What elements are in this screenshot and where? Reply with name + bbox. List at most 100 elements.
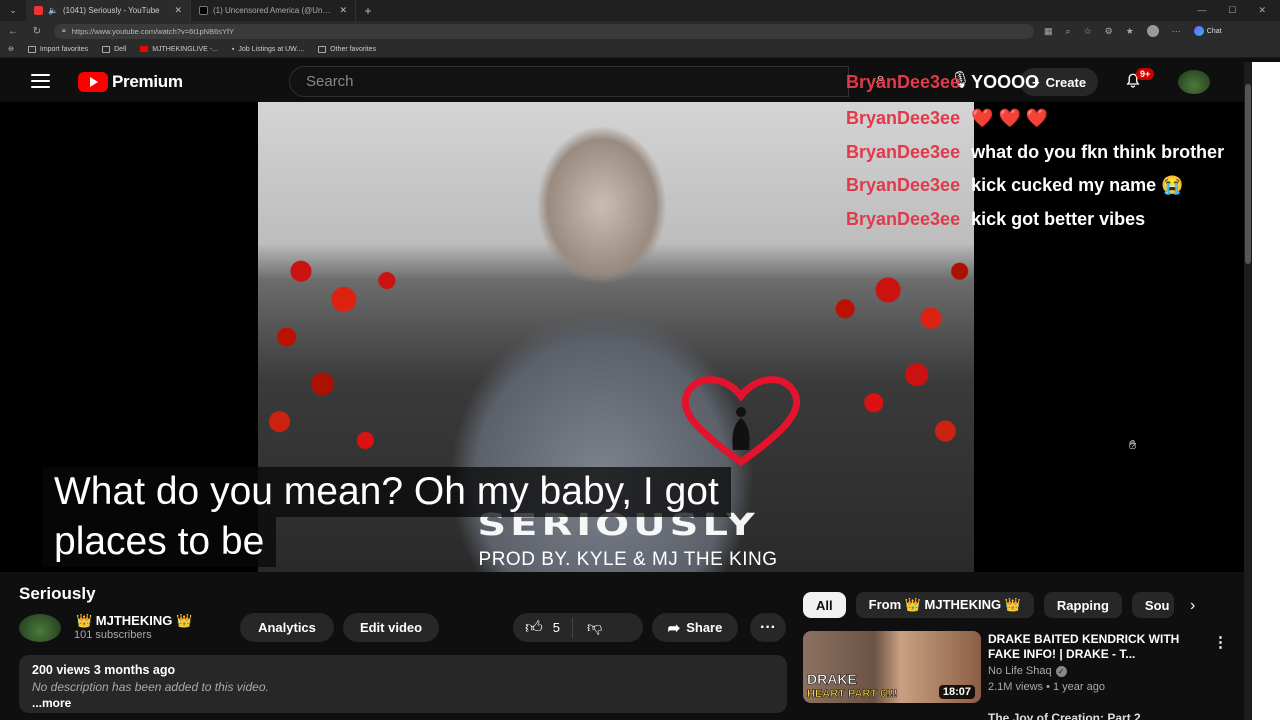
description-text: No description has been added to this vi… bbox=[32, 680, 269, 694]
recommended-title[interactable]: The Joy of Creation: Part 2 bbox=[988, 711, 1141, 720]
close-tab-icon[interactable]: ✕ bbox=[174, 5, 182, 16]
chat-username: BryanDee3ee bbox=[846, 108, 961, 129]
browser-tab-youtube[interactable]: 🔈 (1041) Seriously - YouTube ✕ bbox=[26, 0, 191, 21]
chat-overlay: BryanDee3ee YOOOO BryanDee3ee ❤️ ❤️ ❤️ B… bbox=[846, 72, 1266, 237]
folder-icon bbox=[318, 45, 327, 53]
chat-text: kick got better vibes bbox=[971, 208, 1146, 229]
channel-label: No Life Shaq bbox=[988, 665, 1052, 677]
thumbs-up-icon: 👍︎ bbox=[525, 618, 543, 637]
bookmark-other-favorites[interactable]: Other favorites bbox=[318, 45, 377, 53]
like-button[interactable]: 👍︎ 5 bbox=[513, 617, 573, 638]
chat-text: what do you fkn think brother bbox=[971, 141, 1225, 162]
filter-chips: All From 👑 MJTHEKING 👑 Rapping Sou bbox=[803, 592, 1174, 618]
video-title: Seriously bbox=[19, 584, 96, 603]
copilot-chat-button[interactable]: Chat bbox=[1193, 26, 1222, 36]
url-field[interactable]: 🔒︎ https://www.youtube.com/watch?v=6t1pN… bbox=[54, 23, 1034, 39]
bookmark-label: Dell bbox=[114, 45, 127, 53]
bookmark-dell[interactable]: Dell bbox=[102, 45, 127, 53]
analytics-button[interactable]: Analytics bbox=[240, 613, 334, 642]
channel-name[interactable]: 👑 MJTHEKING 👑 bbox=[76, 613, 192, 629]
edit-video-button[interactable]: Edit video bbox=[343, 613, 439, 642]
chip-sounds[interactable]: Sou bbox=[1131, 592, 1174, 618]
thumbnail-text-line: DRAKE bbox=[807, 671, 857, 687]
extensions-icon[interactable]: ⚙ bbox=[1105, 26, 1113, 37]
chip-from-channel[interactable]: From 👑 MJTHEKING 👑 bbox=[855, 592, 1034, 618]
minimize-icon[interactable]: — bbox=[1197, 5, 1206, 16]
video-thumbnail[interactable]: DRAKE HEART PART 6!!! 18:07 bbox=[803, 631, 981, 703]
browser-tab-x[interactable]: (1) Uncensored America (@Uncen ✕ bbox=[191, 0, 356, 21]
menu-icon[interactable] bbox=[31, 74, 50, 88]
thumbs-down-icon: 👎︎ bbox=[587, 618, 603, 636]
thumbnail-text: DRAKE HEART PART 6!!! bbox=[807, 671, 898, 701]
video-duration: 18:07 bbox=[938, 685, 975, 699]
chat-message: BryanDee3ee kick cucked my name 😭 bbox=[846, 169, 1266, 203]
chevron-right-icon[interactable]: › bbox=[1190, 597, 1195, 615]
hand-cursor-icon: ✋︎ bbox=[1129, 437, 1137, 452]
tab-title: (1) Uncensored America (@Uncen bbox=[213, 6, 335, 15]
chat-username: BryanDee3ee bbox=[846, 208, 961, 229]
youtube-icon bbox=[140, 46, 149, 52]
recommended-channel[interactable]: No Life Shaq ✓ bbox=[988, 665, 1067, 677]
scrollbar-thumb[interactable] bbox=[1245, 84, 1251, 264]
chat-username: BryanDee3ee bbox=[846, 141, 961, 162]
bookmark-label: Other favorites bbox=[330, 45, 377, 53]
refresh-icon[interactable]: ↻ bbox=[30, 26, 44, 37]
like-dislike-group: 👍︎ 5 👎︎ bbox=[513, 613, 643, 642]
caption-line: places to be bbox=[42, 517, 277, 567]
new-tab-icon[interactable]: + bbox=[356, 4, 380, 18]
chat-text: ❤️ ❤️ ❤️ bbox=[971, 108, 1049, 129]
channel-avatar[interactable] bbox=[19, 614, 61, 642]
show-more-link[interactable]: ...more bbox=[32, 696, 774, 710]
maximize-icon[interactable]: ☐ bbox=[1228, 5, 1236, 16]
recommended-meta: 2.1M views • 1 year ago bbox=[988, 681, 1105, 693]
chip-rapping[interactable]: Rapping bbox=[1043, 592, 1122, 618]
like-count: 5 bbox=[552, 620, 560, 635]
video-menu-icon[interactable]: ⋮ bbox=[1213, 633, 1228, 651]
chat-message: BryanDee3ee kick got better vibes bbox=[846, 203, 1266, 237]
folder-icon bbox=[27, 45, 36, 53]
tab-actions-menu-icon[interactable]: ⌄ bbox=[0, 0, 26, 21]
address-bar-tools: ▦ ⌕ ☆ ⚙ ★ ··· Chat bbox=[1044, 25, 1222, 37]
user-avatar[interactable] bbox=[1178, 70, 1210, 94]
dislike-button[interactable]: 👎︎ bbox=[573, 619, 616, 637]
close-tab-icon[interactable]: ✕ bbox=[339, 5, 347, 16]
favorites-icon[interactable]: ★ bbox=[1126, 26, 1134, 37]
chat-text: kick cucked my name 😭 bbox=[971, 175, 1184, 196]
verified-icon: ✓ bbox=[1055, 665, 1067, 677]
bookmark-mjthekinglive[interactable]: MJTHEKINGLIVE -... bbox=[140, 46, 218, 53]
app-available-icon[interactable]: ▦ bbox=[1044, 26, 1053, 37]
bookmark-favicon-icon: ▪ bbox=[231, 45, 235, 53]
bookmark-label: Job Listings at UW.... bbox=[238, 45, 305, 53]
bookmark-job-listings[interactable]: ▪ Job Listings at UW.... bbox=[232, 46, 304, 53]
chat-message: BryanDee3ee ❤️ ❤️ ❤️ bbox=[846, 102, 1266, 136]
lock-icon: 🔒︎ bbox=[62, 27, 66, 34]
bookmark-import[interactable]: Import favorites bbox=[27, 45, 88, 53]
captions: What do you mean? Oh my baby, I got plac… bbox=[42, 467, 972, 567]
search-input[interactable]: Search bbox=[289, 66, 849, 97]
recommended-title[interactable]: DRAKE BAITED KENDRICK WITH FAKE INFO! | … bbox=[988, 632, 1198, 662]
profile-avatar[interactable] bbox=[1146, 25, 1159, 37]
more-actions-icon[interactable]: ··· bbox=[750, 613, 786, 642]
folder-icon bbox=[102, 45, 111, 53]
chip-all[interactable]: All bbox=[803, 592, 846, 618]
favorite-star-icon[interactable]: ☆ bbox=[1084, 26, 1092, 37]
youtube-header: Premium Search ⌕ 🎙︎ + Create 9+ bbox=[0, 62, 1244, 102]
notification-badge: 9+ bbox=[1136, 68, 1155, 80]
x-favicon-icon bbox=[199, 6, 208, 15]
share-label: Share bbox=[686, 620, 723, 635]
page-scrollbar[interactable] bbox=[1244, 62, 1252, 720]
back-icon[interactable]: ← bbox=[6, 26, 20, 37]
zoom-icon[interactable]: ⌕ bbox=[1066, 26, 1071, 37]
share-button[interactable]: ➦ Share bbox=[652, 613, 738, 642]
more-options-icon[interactable]: ··· bbox=[1172, 26, 1181, 36]
youtube-premium-logo[interactable]: Premium bbox=[78, 72, 183, 92]
chat-username: BryanDee3ee bbox=[846, 72, 961, 93]
description-box[interactable]: 200 views 3 months ago No description ha… bbox=[19, 655, 787, 713]
chat-username: BryanDee3ee bbox=[846, 175, 961, 196]
mute-icon[interactable]: 🔈 bbox=[48, 6, 58, 15]
thumbnail-text-line: HEART PART 6!!! bbox=[807, 688, 898, 701]
close-window-icon[interactable]: ✕ bbox=[1258, 5, 1266, 16]
bookmarks-toggle-icon[interactable]: ⊖ bbox=[8, 45, 14, 53]
youtube-play-icon bbox=[78, 72, 108, 92]
video-player[interactable]: SERIOUSLY PROD BY. KYLE & MJ THE KING Br… bbox=[0, 72, 1244, 572]
